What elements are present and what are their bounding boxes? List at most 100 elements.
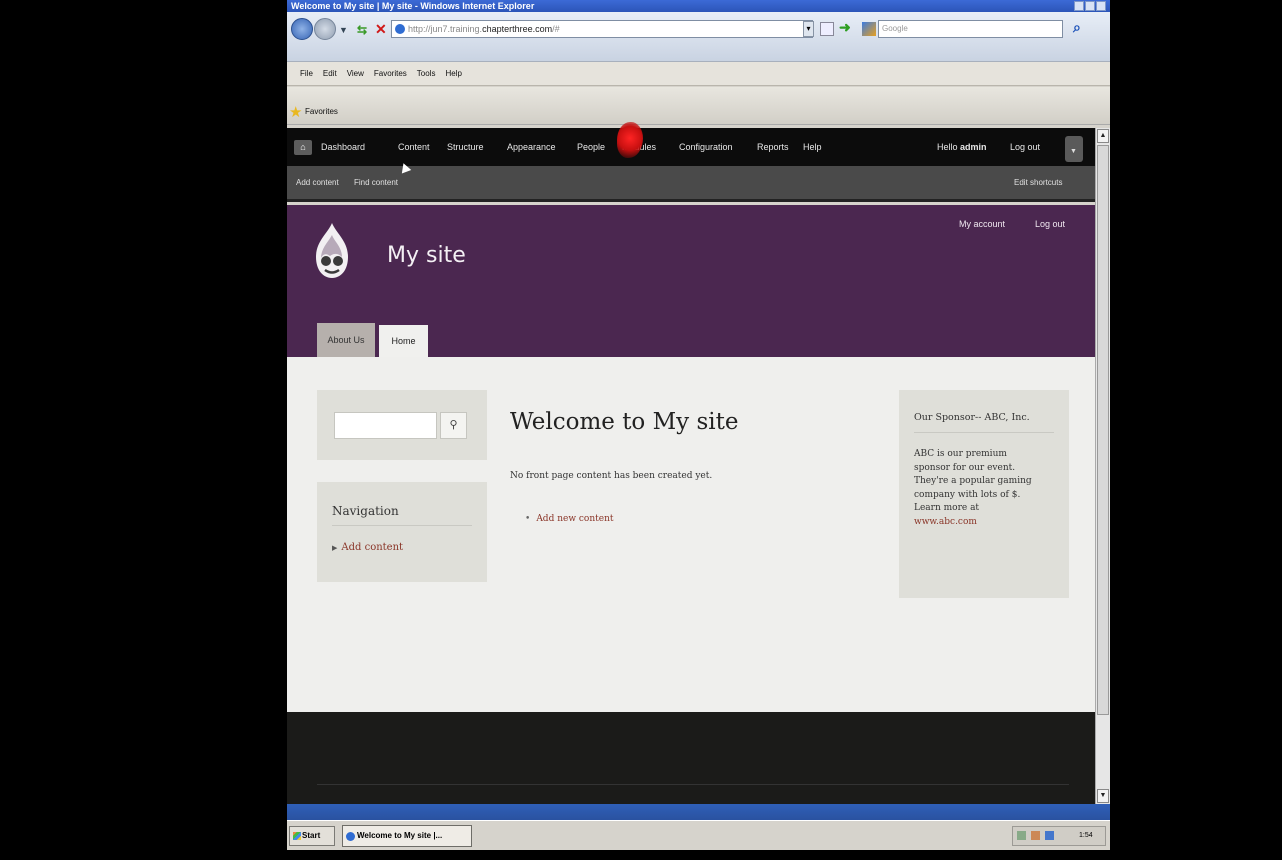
url-prefix: http://jun7.training. xyxy=(408,24,483,34)
close-window-button[interactable] xyxy=(1096,1,1106,11)
toolbar-people[interactable]: People xyxy=(577,142,605,152)
toolbar-structure[interactable]: Structure xyxy=(447,142,484,152)
system-tray: 1:54 PM xyxy=(1012,826,1106,846)
navigation-title: Navigation xyxy=(332,504,472,526)
taskbar-clock[interactable]: 1:54 PM xyxy=(1079,827,1105,850)
window-controls xyxy=(1074,1,1106,11)
page-title: Welcome to My site xyxy=(510,409,739,435)
maximize-button[interactable] xyxy=(1085,1,1095,11)
sponsor-block: Our Sponsor-- ABC, Inc. ABC is our premi… xyxy=(899,390,1069,598)
search-block: ⚲ xyxy=(317,390,487,460)
sponsor-line: sponsor for our event. xyxy=(914,462,1016,473)
ie-window: Welcome to My site | My site - Windows I… xyxy=(287,0,1110,850)
shortcut-find-content[interactable]: Find content xyxy=(354,178,398,187)
go-arrow-icon[interactable]: ➜ xyxy=(839,19,851,36)
forward-button[interactable] xyxy=(314,18,336,40)
browser-status-bar xyxy=(287,804,1110,820)
sponsor-line: Learn more at xyxy=(914,503,980,513)
page-scrollbar[interactable]: ▲ ▼ xyxy=(1095,128,1110,804)
my-account-link[interactable]: My account xyxy=(959,219,1005,229)
add-new-content-link[interactable]: Add new content xyxy=(536,514,613,524)
back-button[interactable] xyxy=(291,18,313,40)
drupal-logo[interactable] xyxy=(314,223,350,279)
home-icon[interactable]: ⌂ xyxy=(294,140,312,155)
menu-view[interactable]: View xyxy=(347,69,364,78)
refresh-icon[interactable]: ⇆ xyxy=(357,23,367,37)
scroll-up-arrow-icon[interactable]: ▲ xyxy=(1097,129,1109,143)
navigation-add-content-link[interactable]: Add content xyxy=(341,542,403,553)
site-header: My site My account Log out About Us Home xyxy=(287,205,1095,357)
tray-network-icon[interactable] xyxy=(1017,831,1026,840)
menu-favorites[interactable]: Favorites xyxy=(374,69,407,78)
site-search-input[interactable] xyxy=(334,412,437,439)
favorites-label[interactable]: Favorites xyxy=(305,107,338,116)
url-host: chapterthree.com xyxy=(482,24,553,34)
address-bar[interactable]: http://jun7.training.chapterthree.com/# xyxy=(391,20,813,38)
toolbar-appearance[interactable]: Appearance xyxy=(507,142,556,152)
toolbar-logout-link[interactable]: Log out xyxy=(1010,142,1040,152)
history-dropdown-icon[interactable]: ▼ xyxy=(339,25,348,35)
site-search-button[interactable]: ⚲ xyxy=(440,412,467,439)
bullet-icon: • xyxy=(525,514,531,524)
toolbar-dashboard[interactable]: Dashboard xyxy=(321,142,365,152)
tab-about-us[interactable]: About Us xyxy=(317,323,375,357)
page-content: ⚲ Navigation ▶ Add content Welcome to My … xyxy=(287,357,1095,712)
start-button[interactable]: Start xyxy=(289,826,335,846)
hello-prefix: Hello xyxy=(937,142,961,152)
tray-volume-icon[interactable] xyxy=(1045,831,1054,840)
taskbar-ie-window[interactable]: Welcome to My site |... xyxy=(342,825,472,847)
favorites-bar: ★ Favorites xyxy=(287,87,1110,125)
browser-menu-bar: File Edit View Favorites Tools Help xyxy=(287,62,1110,86)
triangle-right-icon: ▶ xyxy=(332,544,338,552)
windows-taskbar: Start Welcome to My site |... 1:54 PM xyxy=(287,820,1110,850)
toggle-arrow-icon: ▼ xyxy=(1070,148,1077,155)
sponsor-text: ABC is our premium sponsor for our event… xyxy=(914,448,1054,529)
toolbar-help[interactable]: Help xyxy=(803,142,822,152)
window-title-bar: Welcome to My site | My site - Windows I… xyxy=(287,0,1110,12)
menu-edit[interactable]: Edit xyxy=(323,69,337,78)
site-name[interactable]: My site xyxy=(387,243,466,268)
favorites-star-icon[interactable]: ★ xyxy=(289,103,302,121)
shortcut-add-content[interactable]: Add content xyxy=(296,178,339,187)
address-row: ▼ ⇆ ✕ http://jun7.training.chapterthree.… xyxy=(287,12,1110,62)
header-logout-link[interactable]: Log out xyxy=(1035,219,1065,229)
scroll-thumb[interactable] xyxy=(1097,145,1109,715)
site-footer xyxy=(287,712,1095,804)
footer-divider xyxy=(317,784,1069,785)
browser-search-icon[interactable]: ⌕ xyxy=(1073,19,1081,36)
add-new-content-item[interactable]: • Add new content xyxy=(525,514,614,524)
navigation-block: Navigation ▶ Add content xyxy=(317,482,487,582)
tab-home[interactable]: Home xyxy=(379,325,428,357)
empty-frontpage-message: No front page content has been created y… xyxy=(510,471,713,481)
navigation-add-content-item[interactable]: ▶ Add content xyxy=(332,542,403,553)
window-title: Welcome to My site | My site - Windows I… xyxy=(291,1,535,11)
stop-icon[interactable]: ✕ xyxy=(375,21,387,38)
scroll-down-arrow-icon[interactable]: ▼ xyxy=(1097,789,1109,803)
sponsor-title: Our Sponsor-- ABC, Inc. xyxy=(914,412,1054,433)
sponsor-website-link[interactable]: www.abc.com xyxy=(914,516,1054,530)
browser-search-input[interactable]: Google xyxy=(878,20,1063,38)
ie-page-icon xyxy=(395,24,405,34)
drupal-admin-toolbar: ⌂ Dashboard Content Structure Appearance… xyxy=(287,128,1095,166)
toolbar-content[interactable]: Content xyxy=(398,142,430,152)
menu-file[interactable]: File xyxy=(300,69,313,78)
menu-tools[interactable]: Tools xyxy=(417,69,436,78)
shortcuts-toggle-button[interactable]: ▼ xyxy=(1065,136,1083,162)
sponsor-line: company with lots of $. xyxy=(914,489,1021,500)
toolbar-reports[interactable]: Reports xyxy=(757,142,789,152)
compatibility-view-icon[interactable] xyxy=(820,22,834,36)
url-suffix: /# xyxy=(552,24,560,34)
user-name-link[interactable]: admin xyxy=(960,142,987,152)
edit-shortcuts-link[interactable]: Edit shortcuts xyxy=(1014,178,1062,187)
tray-security-icon[interactable] xyxy=(1031,831,1040,840)
hello-user-label: Hello admin xyxy=(937,142,987,152)
toolbar-configuration[interactable]: Configuration xyxy=(679,142,733,152)
sponsor-line: They're a popular gaming xyxy=(914,476,1032,486)
minimize-button[interactable] xyxy=(1074,1,1084,11)
address-dropdown-icon[interactable]: ▾ xyxy=(803,21,814,37)
search-provider-icon[interactable] xyxy=(862,22,876,36)
sponsor-line: ABC is our premium xyxy=(914,449,1007,459)
shortcuts-bar: Add content Find content Edit shortcuts xyxy=(287,166,1095,202)
menu-help[interactable]: Help xyxy=(445,69,461,78)
search-icon: ⚲ xyxy=(449,419,458,431)
